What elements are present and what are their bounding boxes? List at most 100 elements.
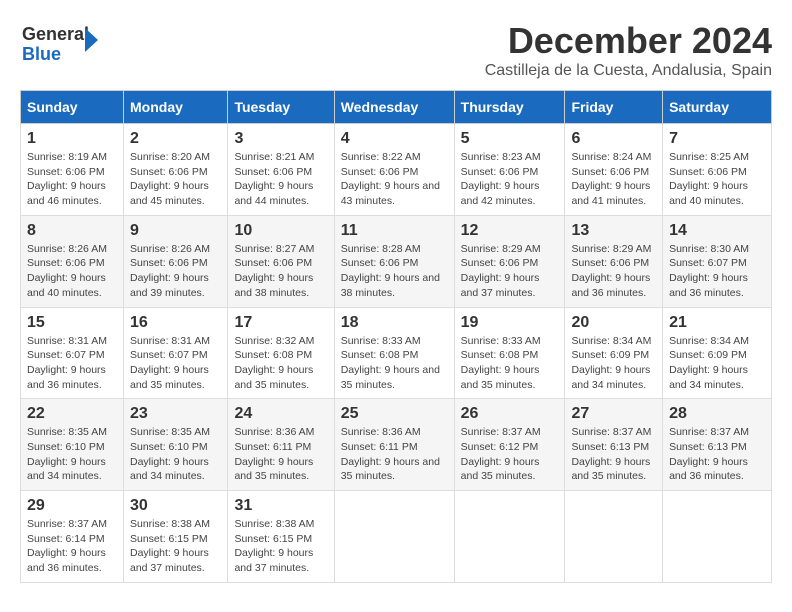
logo-icon: GeneralBlue [20,20,100,65]
day-info: Sunrise: 8:37 AMSunset: 6:13 PMDaylight:… [571,425,656,484]
day-info: Sunrise: 8:37 AMSunset: 6:13 PMDaylight:… [669,425,765,484]
day-number: 1 [27,130,117,148]
day-number: 15 [27,314,117,332]
day-info: Sunrise: 8:37 AMSunset: 6:12 PMDaylight:… [461,425,559,484]
day-info: Sunrise: 8:35 AMSunset: 6:10 PMDaylight:… [130,425,221,484]
day-number: 27 [571,405,656,423]
header-day-thursday: Thursday [454,91,565,124]
day-number: 22 [27,405,117,423]
calendar-week-row: 22 Sunrise: 8:35 AMSunset: 6:10 PMDayligh… [21,399,772,491]
day-info: Sunrise: 8:37 AMSunset: 6:14 PMDaylight:… [27,517,117,576]
day-info: Sunrise: 8:33 AMSunset: 6:08 PMDaylight:… [461,334,559,393]
page-subtitle: Castilleja de la Cuesta, Andalusia, Spai… [485,62,772,80]
day-info: Sunrise: 8:36 AMSunset: 6:11 PMDaylight:… [341,425,448,484]
day-info: Sunrise: 8:35 AMSunset: 6:10 PMDaylight:… [27,425,117,484]
calendar-cell: 31 Sunrise: 8:38 AMSunset: 6:15 PMDayligh… [228,491,334,583]
day-number: 26 [461,405,559,423]
day-info: Sunrise: 8:38 AMSunset: 6:15 PMDaylight:… [130,517,221,576]
calendar-header-row: SundayMondayTuesdayWednesdayThursdayFrid… [21,91,772,124]
day-info: Sunrise: 8:34 AMSunset: 6:09 PMDaylight:… [669,334,765,393]
day-number: 11 [341,222,448,240]
day-number: 2 [130,130,221,148]
logo: GeneralBlue [20,20,100,65]
header-day-friday: Friday [565,91,663,124]
day-info: Sunrise: 8:26 AMSunset: 6:06 PMDaylight:… [130,242,221,301]
day-number: 30 [130,497,221,515]
day-info: Sunrise: 8:22 AMSunset: 6:06 PMDaylight:… [341,150,448,209]
calendar-cell: 28Sunrise: 8:37 AMSunset: 6:13 PMDayligh… [663,399,772,491]
day-number: 31 [234,497,327,515]
page-title: December 2024 [485,20,772,62]
day-info: Sunrise: 8:30 AMSunset: 6:07 PMDaylight:… [669,242,765,301]
calendar-cell: 14 Sunrise: 8:30 AMSunset: 6:07 PMDayligh… [663,215,772,307]
calendar-cell: 15 Sunrise: 8:31 AMSunset: 6:07 PMDayligh… [21,307,124,399]
calendar-cell: 12 Sunrise: 8:29 AMSunset: 6:06 PMDayligh… [454,215,565,307]
calendar-cell: 11 Sunrise: 8:28 AMSunset: 6:06 PMDayligh… [334,215,454,307]
calendar-cell: 17 Sunrise: 8:32 AMSunset: 6:08 PMDayligh… [228,307,334,399]
day-number: 13 [571,222,656,240]
calendar-cell: 21 Sunrise: 8:34 AMSunset: 6:09 PMDayligh… [663,307,772,399]
header-day-sunday: Sunday [21,91,124,124]
calendar-cell: 6 Sunrise: 8:24 AMSunset: 6:06 PMDaylight… [565,124,663,216]
calendar-cell [565,491,663,583]
day-number: 7 [669,130,765,148]
calendar-cell: 13 Sunrise: 8:29 AMSunset: 6:06 PMDayligh… [565,215,663,307]
header-day-wednesday: Wednesday [334,91,454,124]
day-number: 12 [461,222,559,240]
day-number: 29 [27,497,117,515]
day-info: Sunrise: 8:33 AMSunset: 6:08 PMDaylight:… [341,334,448,393]
day-number: 10 [234,222,327,240]
day-number: 21 [669,314,765,332]
day-number: 8 [27,222,117,240]
calendar-week-row: 15 Sunrise: 8:31 AMSunset: 6:07 PMDayligh… [21,307,772,399]
calendar-week-row: 8 Sunrise: 8:26 AMSunset: 6:06 PMDaylight… [21,215,772,307]
day-info: Sunrise: 8:34 AMSunset: 6:09 PMDaylight:… [571,334,656,393]
day-number: 14 [669,222,765,240]
day-number: 9 [130,222,221,240]
title-section: December 2024 Castilleja de la Cuesta, A… [485,20,772,80]
calendar-cell: 10Sunrise: 8:27 AMSunset: 6:06 PMDayligh… [228,215,334,307]
day-info: Sunrise: 8:31 AMSunset: 6:07 PMDaylight:… [130,334,221,393]
day-number: 17 [234,314,327,332]
day-number: 19 [461,314,559,332]
day-info: Sunrise: 8:38 AMSunset: 6:15 PMDaylight:… [234,517,327,576]
day-number: 18 [341,314,448,332]
calendar-week-row: 29 Sunrise: 8:37 AMSunset: 6:14 PMDayligh… [21,491,772,583]
day-info: Sunrise: 8:29 AMSunset: 6:06 PMDaylight:… [571,242,656,301]
day-info: Sunrise: 8:32 AMSunset: 6:08 PMDaylight:… [234,334,327,393]
calendar-cell: 18 Sunrise: 8:33 AMSunset: 6:08 PMDayligh… [334,307,454,399]
calendar-cell: 5Sunrise: 8:23 AMSunset: 6:06 PMDaylight… [454,124,565,216]
calendar-cell: 2 Sunrise: 8:20 AMSunset: 6:06 PMDaylight… [124,124,228,216]
calendar-cell [663,491,772,583]
calendar-cell: 24 Sunrise: 8:36 AMSunset: 6:11 PMDayligh… [228,399,334,491]
day-number: 23 [130,405,221,423]
page-header: GeneralBlue December 2024 Castilleja de … [20,20,772,80]
day-info: Sunrise: 8:29 AMSunset: 6:06 PMDaylight:… [461,242,559,301]
day-info: Sunrise: 8:31 AMSunset: 6:07 PMDaylight:… [27,334,117,393]
calendar-cell: 22 Sunrise: 8:35 AMSunset: 6:10 PMDayligh… [21,399,124,491]
calendar-cell: 30 Sunrise: 8:38 AMSunset: 6:15 PMDayligh… [124,491,228,583]
day-info: Sunrise: 8:36 AMSunset: 6:11 PMDaylight:… [234,425,327,484]
calendar-cell [454,491,565,583]
day-info: Sunrise: 8:28 AMSunset: 6:06 PMDaylight:… [341,242,448,301]
day-number: 6 [571,130,656,148]
calendar-cell: 1Sunrise: 8:19 AMSunset: 6:06 PMDaylight… [21,124,124,216]
day-number: 4 [341,130,448,148]
calendar-cell: 19 Sunrise: 8:33 AMSunset: 6:08 PMDayligh… [454,307,565,399]
calendar-cell: 27 Sunrise: 8:37 AMSunset: 6:13 PMDayligh… [565,399,663,491]
day-number: 25 [341,405,448,423]
day-info: Sunrise: 8:21 AMSunset: 6:06 PMDaylight:… [234,150,327,209]
day-number: 24 [234,405,327,423]
calendar-week-row: 1Sunrise: 8:19 AMSunset: 6:06 PMDaylight… [21,124,772,216]
day-info: Sunrise: 8:25 AMSunset: 6:06 PMDaylight:… [669,150,765,209]
day-number: 5 [461,130,559,148]
header-day-tuesday: Tuesday [228,91,334,124]
day-info: Sunrise: 8:20 AMSunset: 6:06 PMDaylight:… [130,150,221,209]
day-number: 16 [130,314,221,332]
day-info: Sunrise: 8:24 AMSunset: 6:06 PMDaylight:… [571,150,656,209]
calendar-cell: 25 Sunrise: 8:36 AMSunset: 6:11 PMDayligh… [334,399,454,491]
calendar-cell: 3Sunrise: 8:21 AMSunset: 6:06 PMDaylight… [228,124,334,216]
svg-text:Blue: Blue [22,44,61,64]
calendar-cell: 29 Sunrise: 8:37 AMSunset: 6:14 PMDayligh… [21,491,124,583]
calendar-cell: 8Sunrise: 8:26 AMSunset: 6:06 PMDaylight… [21,215,124,307]
